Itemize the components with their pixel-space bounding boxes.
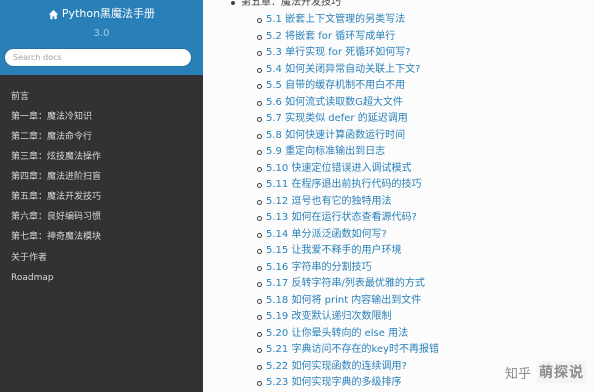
circle-bullet-icon — [257, 282, 262, 287]
toc-section-label: 5.15 让我爱不释手的用户环境 — [266, 245, 402, 256]
toc-section-label: 5.22 如何实现函数的连续调用? — [266, 360, 407, 372]
circle-bullet-icon — [257, 298, 262, 304]
circle-bullet-icon — [257, 265, 262, 271]
toc-section-label: 5.12 逗号也有它的独特用法 — [266, 195, 392, 207]
toc-section-link[interactable]: 5.7 实现类似 defer 的延迟调用 — [257, 113, 408, 125]
toc-section-label: 5.6 如何流式读取数G超大文件 — [266, 96, 403, 108]
circle-bullet-icon — [257, 34, 262, 40]
circle-bullet-icon — [257, 216, 262, 221]
toc-section-link[interactable]: 5.4 如何关闭异常自动关联上下文? — [257, 63, 421, 76]
toc-section-link[interactable]: 5.1 嵌套上下文管理的另类写法 — [257, 14, 406, 26]
toc-section-link[interactable]: 5.15 让我爱不释手的用户环境 — [257, 245, 402, 257]
toc-section-link[interactable]: 5.23 如何实现字典的多级排序 — [257, 377, 402, 389]
brand-link[interactable]: Python黑魔法手册 — [0, 7, 203, 21]
toc-section-link[interactable]: 5.13 如何在运行状态查看源代码? — [257, 212, 417, 224]
toc-section-label: 5.8 如何快速计算函数运行时间 — [266, 129, 406, 141]
toc-section-link[interactable]: 5.14 单分派泛函数如何写? — [257, 228, 387, 241]
toc-section-label: 5.7 实现类似 defer 的延迟调用 — [266, 113, 408, 124]
toc-section-label: 5.21 字典访问不存在的key时不再报错 — [266, 344, 439, 355]
circle-bullet-icon — [257, 249, 262, 254]
sidebar-item-chapter-3[interactable]: 第三章：炫技魔法操作 — [11, 151, 101, 163]
toc-section-label: 5.9 重定向标准输出到日志 — [266, 146, 386, 157]
toc-section-label: 5.14 单分派泛函数如何写? — [266, 228, 387, 240]
toc-section-label: 5.20 让你晕头转向的 else 用法 — [266, 327, 409, 339]
circle-bullet-icon — [257, 84, 262, 89]
toc-section-link[interactable]: 5.5 自带的缓存机制不用白不用 — [257, 80, 406, 92]
circle-bullet-icon — [257, 117, 262, 122]
sidebar: Python黑魔法手册 3.0 前言 第一章：魔法冷知识 第二章：魔法命令行 第… — [0, 0, 203, 392]
sidebar-item-preface[interactable]: 前言 — [11, 91, 29, 103]
toc-section-link[interactable]: 5.10 快速定位错误进入调试模式 — [257, 162, 412, 175]
toc-section-link[interactable]: 5.3 单行实现 for 死循环如何写? — [257, 47, 411, 59]
toc-section-label: 5.2 将嵌套 for 循环写成单行 — [266, 30, 396, 42]
sidebar-item-roadmap[interactable]: Roadmap — [11, 272, 54, 284]
circle-bullet-icon — [257, 166, 262, 172]
toc-section-label: 5.3 单行实现 for 死循环如何写? — [266, 47, 411, 58]
circle-bullet-icon — [257, 18, 262, 23]
watermark-site: 萌探说 — [539, 365, 584, 381]
sidebar-item-about[interactable]: 关于作者 — [11, 252, 47, 264]
circle-bullet-icon — [257, 364, 262, 370]
toc-section-link[interactable]: 5.19 改变默认递归次数限制 — [257, 311, 392, 323]
circle-bullet-icon — [257, 348, 262, 353]
watermark-platform: 知乎 — [504, 366, 531, 382]
toc-section-link[interactable]: 5.6 如何流式读取数G超大文件 — [257, 96, 403, 109]
home-icon — [48, 9, 59, 19]
toc-chapter-title[interactable]: 第五章：魔法开发技巧 — [231, 0, 341, 9]
toc-section-link[interactable]: 5.2 将嵌套 for 循环写成单行 — [257, 30, 396, 43]
circle-bullet-icon — [257, 67, 262, 73]
circle-bullet-icon — [257, 232, 262, 238]
toc-section-link[interactable]: 5.9 重定向标准输出到日志 — [257, 146, 386, 158]
toc-chapter-label: 第五章：魔法开发技巧 — [241, 0, 341, 8]
toc-section-link[interactable]: 5.22 如何实现函数的连续调用? — [257, 360, 407, 373]
bullet-icon — [231, 1, 235, 5]
sidebar-item-chapter-6[interactable]: 第六章：良好编码习惯 — [11, 211, 101, 223]
circle-bullet-icon — [257, 331, 262, 337]
watermark: 知乎 萌探说 — [505, 361, 586, 383]
circle-bullet-icon — [257, 51, 262, 56]
toc-section-label: 5.1 嵌套上下文管理的另类写法 — [266, 14, 406, 25]
toc-section-link[interactable]: 5.16 字符串的分割技巧 — [257, 261, 372, 274]
toc-section-link[interactable]: 5.11 在程序退出前执行代码的技巧 — [257, 179, 422, 191]
toc-section-link[interactable]: 5.8 如何快速计算函数运行时间 — [257, 129, 406, 142]
brand-title: Python黑魔法手册 — [61, 7, 156, 20]
toc-section-label: 5.11 在程序退出前执行代码的技巧 — [266, 179, 422, 190]
toc-section-link[interactable]: 5.12 逗号也有它的独特用法 — [257, 195, 392, 208]
toc-section-link[interactable]: 5.17 反转字符串/列表最优雅的方式 — [257, 278, 425, 290]
sidebar-item-chapter-7[interactable]: 第七章：神奇魔法模块 — [11, 231, 101, 243]
circle-bullet-icon — [257, 199, 262, 205]
circle-bullet-icon — [257, 133, 262, 139]
toc-section-label: 5.23 如何实现字典的多级排序 — [266, 377, 402, 388]
circle-bullet-icon — [257, 150, 262, 155]
circle-bullet-icon — [257, 315, 262, 320]
toc-section-link[interactable]: 5.18 如何将 print 内容输出到文件 — [257, 294, 422, 307]
sidebar-item-chapter-2[interactable]: 第二章：魔法命令行 — [11, 131, 92, 143]
circle-bullet-icon — [257, 381, 262, 386]
circle-bullet-icon — [257, 100, 262, 106]
sidebar-header: Python黑魔法手册 3.0 — [0, 0, 203, 75]
toc-section-link[interactable]: 5.21 字典访问不存在的key时不再报错 — [257, 344, 439, 356]
watermark-site-box: 萌探说 — [537, 361, 586, 383]
toc-section-label: 5.10 快速定位错误进入调试模式 — [266, 162, 412, 174]
search-input[interactable] — [4, 48, 192, 67]
toc-section-label: 5.17 反转字符串/列表最优雅的方式 — [266, 278, 425, 289]
version-label: 3.0 — [93, 28, 110, 39]
toc-section-label: 5.5 自带的缓存机制不用白不用 — [266, 80, 406, 91]
sidebar-item-chapter-1[interactable]: 第一章：魔法冷知识 — [11, 111, 92, 123]
circle-bullet-icon — [257, 183, 262, 188]
toc-section-label: 5.16 字符串的分割技巧 — [266, 261, 372, 273]
sidebar-item-chapter-5[interactable]: 第五章：魔法开发技巧 — [11, 191, 101, 203]
toc-section-label: 5.13 如何在运行状态查看源代码? — [266, 212, 417, 223]
toc-section-link[interactable]: 5.20 让你晕头转向的 else 用法 — [257, 327, 409, 340]
toc-section-label: 5.18 如何将 print 内容输出到文件 — [266, 294, 422, 306]
main-content: 第五章：魔法开发技巧 5.1 嵌套上下文管理的另类写法 5.2 将嵌套 for … — [203, 0, 594, 392]
toc-section-label: 5.4 如何关闭异常自动关联上下文? — [266, 63, 421, 75]
toc-section-label: 5.19 改变默认递归次数限制 — [266, 311, 392, 322]
sidebar-item-chapter-4[interactable]: 第四章：魔法进阶扫盲 — [11, 171, 101, 183]
